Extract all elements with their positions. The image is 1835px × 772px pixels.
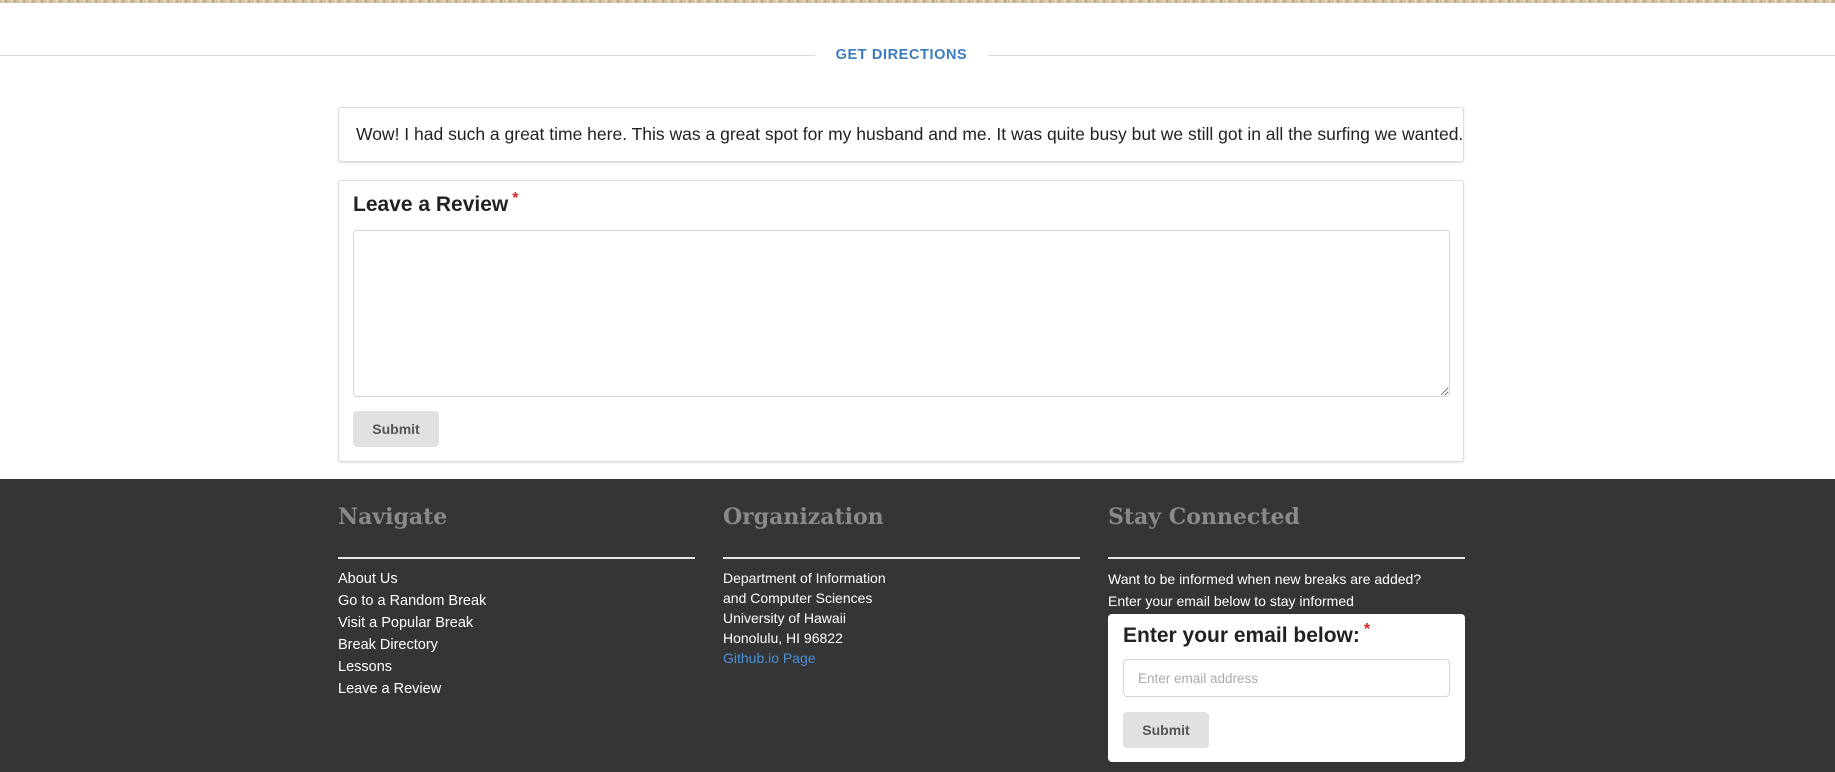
org-line: and Computer Sciences bbox=[723, 590, 873, 606]
required-asterisk: * bbox=[512, 190, 519, 207]
org-line: Honolulu, HI 96822 bbox=[723, 630, 843, 646]
stay-connected-divider bbox=[1108, 557, 1465, 559]
review-form-label: Leave a Review * bbox=[353, 190, 519, 217]
stay-connected-line-2: Enter your email below to stay informed bbox=[1108, 593, 1354, 609]
nav-link-lessons[interactable]: Lessons bbox=[338, 656, 486, 678]
required-asterisk: * bbox=[1363, 621, 1371, 638]
header-image-strip bbox=[0, 0, 1835, 3]
get-directions-link[interactable]: GET DIRECTIONS bbox=[815, 45, 988, 65]
review-submit-button[interactable]: Submit bbox=[353, 411, 439, 447]
stay-connected-heading: Stay Connected bbox=[1108, 504, 1300, 530]
nav-link-about-us[interactable]: About Us bbox=[338, 568, 486, 590]
stay-connected-text: Want to be informed when new breaks are … bbox=[1108, 568, 1421, 612]
divider-left bbox=[0, 55, 815, 56]
organization-divider bbox=[723, 557, 1080, 559]
nav-link-break-directory[interactable]: Break Directory bbox=[338, 634, 486, 656]
stay-connected-line-1: Want to be informed when new breaks are … bbox=[1108, 571, 1422, 587]
review-comment-card: Wow! I had such a great time here. This … bbox=[338, 107, 1464, 162]
navigate-heading: Navigate bbox=[338, 504, 448, 530]
github-page-link[interactable]: Github.io Page bbox=[723, 648, 886, 668]
review-label-text: Leave a Review bbox=[353, 193, 509, 216]
footer: Navigate About Us Go to a Random Break V… bbox=[0, 479, 1835, 772]
navigate-divider bbox=[338, 557, 695, 559]
nav-link-popular-break[interactable]: Visit a Popular Break bbox=[338, 612, 486, 634]
org-line: Department of Information bbox=[723, 570, 886, 586]
org-line: University of Hawaii bbox=[723, 610, 846, 626]
nav-link-random-break[interactable]: Go to a Random Break bbox=[338, 590, 486, 612]
email-form-label: Enter your email below: * bbox=[1123, 621, 1371, 648]
nav-link-leave-review[interactable]: Leave a Review bbox=[338, 678, 486, 700]
email-input[interactable] bbox=[1123, 659, 1450, 697]
email-submit-button[interactable]: Submit bbox=[1123, 712, 1209, 748]
leave-review-form: Leave a Review * Submit bbox=[338, 180, 1464, 462]
email-signup-form: Enter your email below:* Submit bbox=[1108, 614, 1465, 762]
email-label-text: Enter your email below: bbox=[1123, 624, 1360, 647]
organization-address: Department of Information and Computer S… bbox=[723, 568, 886, 668]
organization-heading: Organization bbox=[723, 504, 884, 530]
review-comment-text: Wow! I had such a great time here. This … bbox=[356, 124, 1464, 144]
divider-right bbox=[988, 55, 1835, 56]
review-textarea[interactable] bbox=[353, 230, 1450, 397]
navigate-links: About Us Go to a Random Break Visit a Po… bbox=[338, 568, 486, 700]
